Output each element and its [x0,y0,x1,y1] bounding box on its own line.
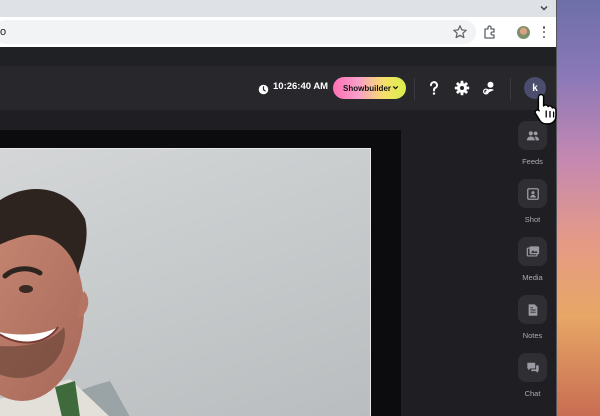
browser-toolbar: o [0,17,556,47]
sidebar-item-notes[interactable]: Notes [509,295,556,353]
notes-icon [518,295,547,324]
bookmark-star-icon[interactable] [452,24,468,40]
sidebar-item-chat[interactable]: Chat [509,353,556,411]
sidebar-item-label: Shot [524,215,541,224]
showbuilder-label: Showbuilder [343,83,391,93]
camera-video-feed [0,148,371,416]
sidebar-item-label: Notes [522,331,543,340]
right-sidebar: Feeds Shot Media Notes Chat [509,121,556,416]
chevron-down-icon [391,83,400,92]
hand-pointer-cursor-icon [533,92,561,126]
showbuilder-dropdown-button[interactable]: Showbuilder [333,77,406,99]
tab-search-chevron-icon[interactable] [536,0,552,16]
browser-menu-kebab-icon[interactable] [540,24,548,40]
sidebar-item-feeds[interactable]: Feeds [509,121,556,179]
extensions-puzzle-icon[interactable] [482,24,498,40]
header-divider [510,78,511,100]
clock-icon [258,82,269,95]
user-settings-icon[interactable] [482,80,498,96]
sidebar-item-label: Media [522,273,543,282]
tab-strip [0,0,556,17]
chat-icon [518,353,547,382]
header-divider [414,78,415,100]
clock-time: 10:26:40 AM [273,81,329,92]
address-bar[interactable]: o [0,20,476,44]
help-question-icon[interactable] [426,80,442,96]
sidebar-item-media[interactable]: Media [509,237,556,295]
browser-window: o 10:26:40 AM Showbuilder k Feeds Shot M… [0,0,557,416]
sidebar-item-shot[interactable]: Shot [509,179,556,237]
address-url-text: o [0,26,7,38]
settings-gear-icon[interactable] [454,80,470,96]
sidebar-item-label: Chat [524,389,541,398]
shot-icon [518,179,547,208]
sidebar-item-label: Feeds [522,157,543,166]
app-header: 10:26:40 AM Showbuilder k [0,66,556,110]
browser-profile-avatar[interactable] [517,26,530,39]
person-video-image [0,189,130,416]
web-app: 10:26:40 AM Showbuilder k Feeds Shot Med… [0,66,557,416]
media-icon [518,237,547,266]
